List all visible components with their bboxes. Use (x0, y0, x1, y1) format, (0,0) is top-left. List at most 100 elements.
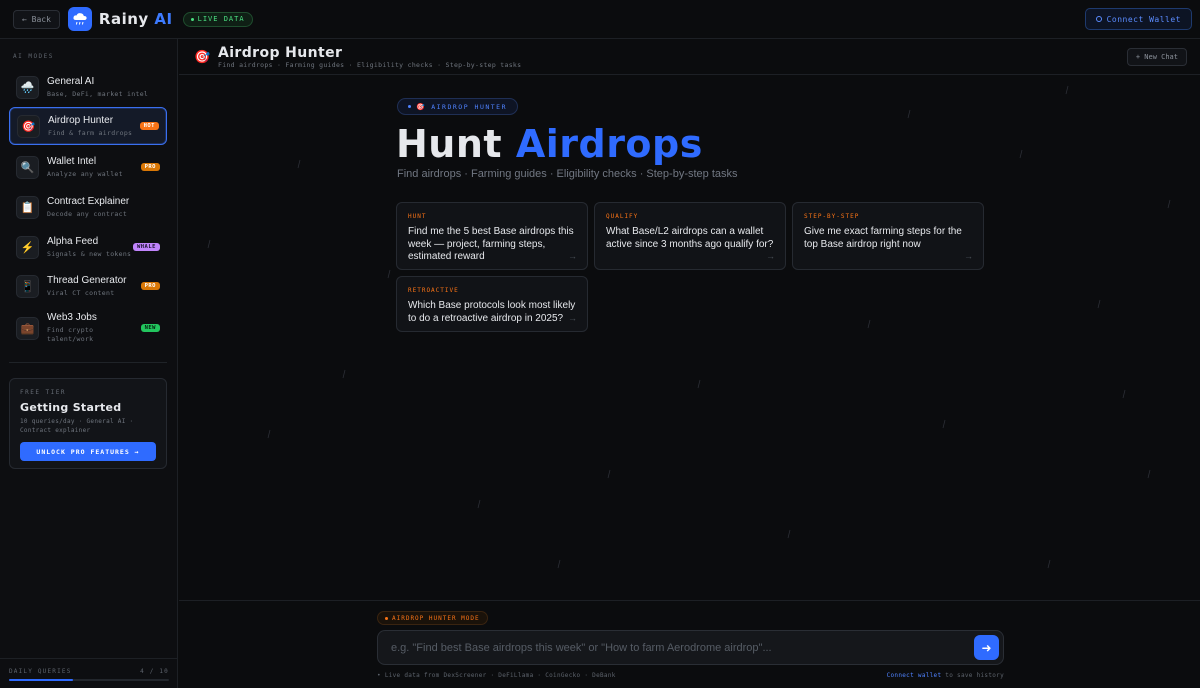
phone-icon: 📱 (16, 274, 39, 298)
wallet-ring-icon (1095, 16, 1102, 22)
daily-queries-label: DAILY QUERIES (9, 668, 72, 675)
briefcase-icon: 💼 (16, 316, 39, 340)
sidebar-item-airdrop-hunter[interactable]: 🎯 Airdrop Hunter Find & farm airdrops HO… (9, 107, 167, 145)
free-tier-card: FREE TIER Getting Started 10 queries/day… (9, 378, 167, 469)
connect-wallet-label: Connect Wallet (1106, 14, 1181, 24)
connect-wallet-link[interactable]: Connect wallet (887, 672, 942, 679)
live-dot-icon (190, 17, 194, 21)
brand-name: Rainy AI (99, 10, 173, 28)
mode-pill-label: AIRDROP HUNTER (431, 102, 508, 111)
daily-queries-count: 4 / 10 (140, 668, 169, 675)
live-data-badge: LIVE DATA (182, 11, 253, 27)
arrow-right-icon: ➜ (981, 640, 992, 655)
live-data-label: LIVE DATA (197, 15, 245, 23)
target-icon: 🎯 (17, 114, 40, 138)
card-text: Which Base protocols look most likely to… (408, 300, 576, 324)
sidebar-divider (9, 362, 167, 363)
send-button[interactable]: ➜ (974, 635, 999, 660)
mode-name: Alpha Feed (47, 235, 99, 247)
suggestion-card-hunt[interactable]: HUNT Find me the 5 best Base airdrops th… (396, 202, 588, 270)
hero-title-blue: Airdrops (515, 122, 703, 166)
card-text: Find me the 5 best Base airdrops this we… (408, 226, 574, 262)
brand-name-suffix: AI (154, 10, 173, 28)
cloud-rain-icon: 🌧️ (16, 75, 39, 99)
mode-dot-icon (385, 616, 388, 620)
save-history-note: Connect wallet to save history (887, 672, 1004, 679)
unlock-pro-button[interactable]: UNLOCK PRO FEATURES → (20, 442, 156, 461)
mode-desc: Find & farm airdrops (48, 128, 133, 137)
pill-dot-icon (408, 105, 411, 108)
free-tier-tag: FREE TIER (20, 389, 67, 396)
page-title: Airdrop Hunter (218, 45, 343, 61)
mode-name: Contract Explainer (47, 195, 130, 207)
arrow-right-icon: → (568, 251, 577, 261)
sidebar-item-general-ai[interactable]: 🌧️ General AI Base, DeFi, market intel (9, 68, 167, 106)
suggestion-card-step-by-step[interactable]: STEP-BY-STEP Give me exact farming steps… (792, 202, 984, 270)
chat-input[interactable] (391, 641, 974, 654)
sidebar-item-web3-jobs[interactable]: 💼 Web3 Jobs Find crypto talent/work NEW (9, 307, 167, 349)
magnifier-icon: 🔍 (16, 155, 39, 179)
top-bar: ← Back Rainy AI LIVE DATA Connect Wallet (0, 0, 1200, 39)
mode-desc: Base, DeFi, market intel (47, 89, 149, 98)
new-badge: NEW (140, 324, 160, 332)
data-sources: • Live data from DexScreener · DeFiLlama… (377, 672, 616, 679)
composer-mode-label: AIRDROP HUNTER MODE (392, 614, 480, 622)
sidebar: AI MODES 🌧️ General AI Base, DeFi, marke… (0, 39, 178, 688)
pro-badge: PRO (140, 163, 160, 171)
suggestion-card-qualify[interactable]: QUALIFY What Base/L2 airdrops can a wall… (594, 202, 786, 270)
mode-desc: Decode any contract (47, 209, 128, 218)
card-tag: QUALIFY (606, 213, 639, 220)
mode-desc: Signals & new tokens (47, 249, 132, 258)
back-button[interactable]: ← Back (13, 9, 60, 29)
main-content: 🎯 AIRDROP HUNTER Hunt Airdrops Find aird… (179, 76, 1200, 600)
pro-badge: PRO (140, 282, 160, 290)
card-tag: HUNT (408, 213, 427, 220)
hot-badge: HOT (139, 122, 159, 130)
mode-desc: Find crypto talent/work (47, 326, 94, 343)
target-icon: 🎯 (194, 49, 211, 64)
composer: AIRDROP HUNTER MODE ➜ • Live data from D… (179, 600, 1200, 688)
mode-name: Thread Generator (47, 274, 127, 286)
free-tier-desc: 10 queries/day · General AI · Contract e… (20, 418, 134, 434)
mode-pill: 🎯 AIRDROP HUNTER (397, 98, 519, 115)
chat-input-wrapper: ➜ (377, 630, 1004, 665)
card-text: What Base/L2 airdrops can a wallet activ… (606, 226, 774, 250)
lightning-icon: ⚡ (16, 235, 39, 259)
logo-cloud-icon (67, 7, 92, 31)
sidebar-item-thread-generator[interactable]: 📱 Thread Generator Viral CT content PRO (9, 267, 167, 305)
mode-name: Wallet Intel (47, 155, 97, 167)
sidebar-item-alpha-feed[interactable]: ⚡ Alpha Feed Signals & new tokens WHALE (9, 228, 167, 266)
hero-subtitle: Find airdrops · Farming guides · Eligibi… (397, 168, 738, 180)
connect-wallet-button[interactable]: Connect Wallet (1084, 8, 1192, 30)
whale-badge: WHALE (132, 243, 160, 251)
mode-desc: Viral CT content (47, 288, 115, 297)
hero-title: Hunt Airdrops (396, 122, 703, 166)
card-tag: STEP-BY-STEP (804, 213, 860, 220)
mode-desc: Analyze any wallet (47, 169, 123, 178)
hero-title-white: Hunt (396, 122, 503, 166)
suggestion-card-retroactive[interactable]: RETROACTIVE Which Base protocols look mo… (396, 276, 588, 332)
mode-name: General AI (47, 75, 95, 87)
arrow-right-icon: → (568, 313, 577, 323)
card-tag: RETROACTIVE (408, 287, 459, 294)
sidebar-item-contract-explainer[interactable]: 📋 Contract Explainer Decode any contract (9, 188, 167, 226)
arrow-right-icon: → (964, 251, 973, 261)
arrow-right-icon: → (766, 251, 775, 261)
clipboard-icon: 📋 (16, 195, 39, 219)
queries-progress-fill (9, 679, 73, 681)
new-chat-button[interactable]: + New Chat (1126, 48, 1187, 66)
target-icon: 🎯 (416, 102, 427, 111)
card-text: Give me exact farming steps for the top … (804, 226, 962, 250)
mode-name: Airdrop Hunter (48, 114, 114, 126)
brand-name-main: Rainy (98, 10, 149, 28)
mode-name: Web3 Jobs (47, 312, 97, 323)
save-history-text: to save history (941, 672, 1004, 679)
queries-progress-track (9, 679, 169, 681)
sidebar-heading: AI MODES (13, 53, 54, 60)
sidebar-item-wallet-intel[interactable]: 🔍 Wallet Intel Analyze any wallet PRO (9, 148, 167, 186)
free-tier-title: Getting Started (20, 401, 122, 414)
daily-queries: DAILY QUERIES 4 / 10 (0, 658, 178, 688)
main-header: 🎯 Airdrop Hunter Find airdrops · Farming… (179, 39, 1200, 75)
page-subtitle: Find airdrops · Farming guides · Eligibi… (218, 61, 522, 69)
composer-mode-badge: AIRDROP HUNTER MODE (377, 611, 488, 625)
